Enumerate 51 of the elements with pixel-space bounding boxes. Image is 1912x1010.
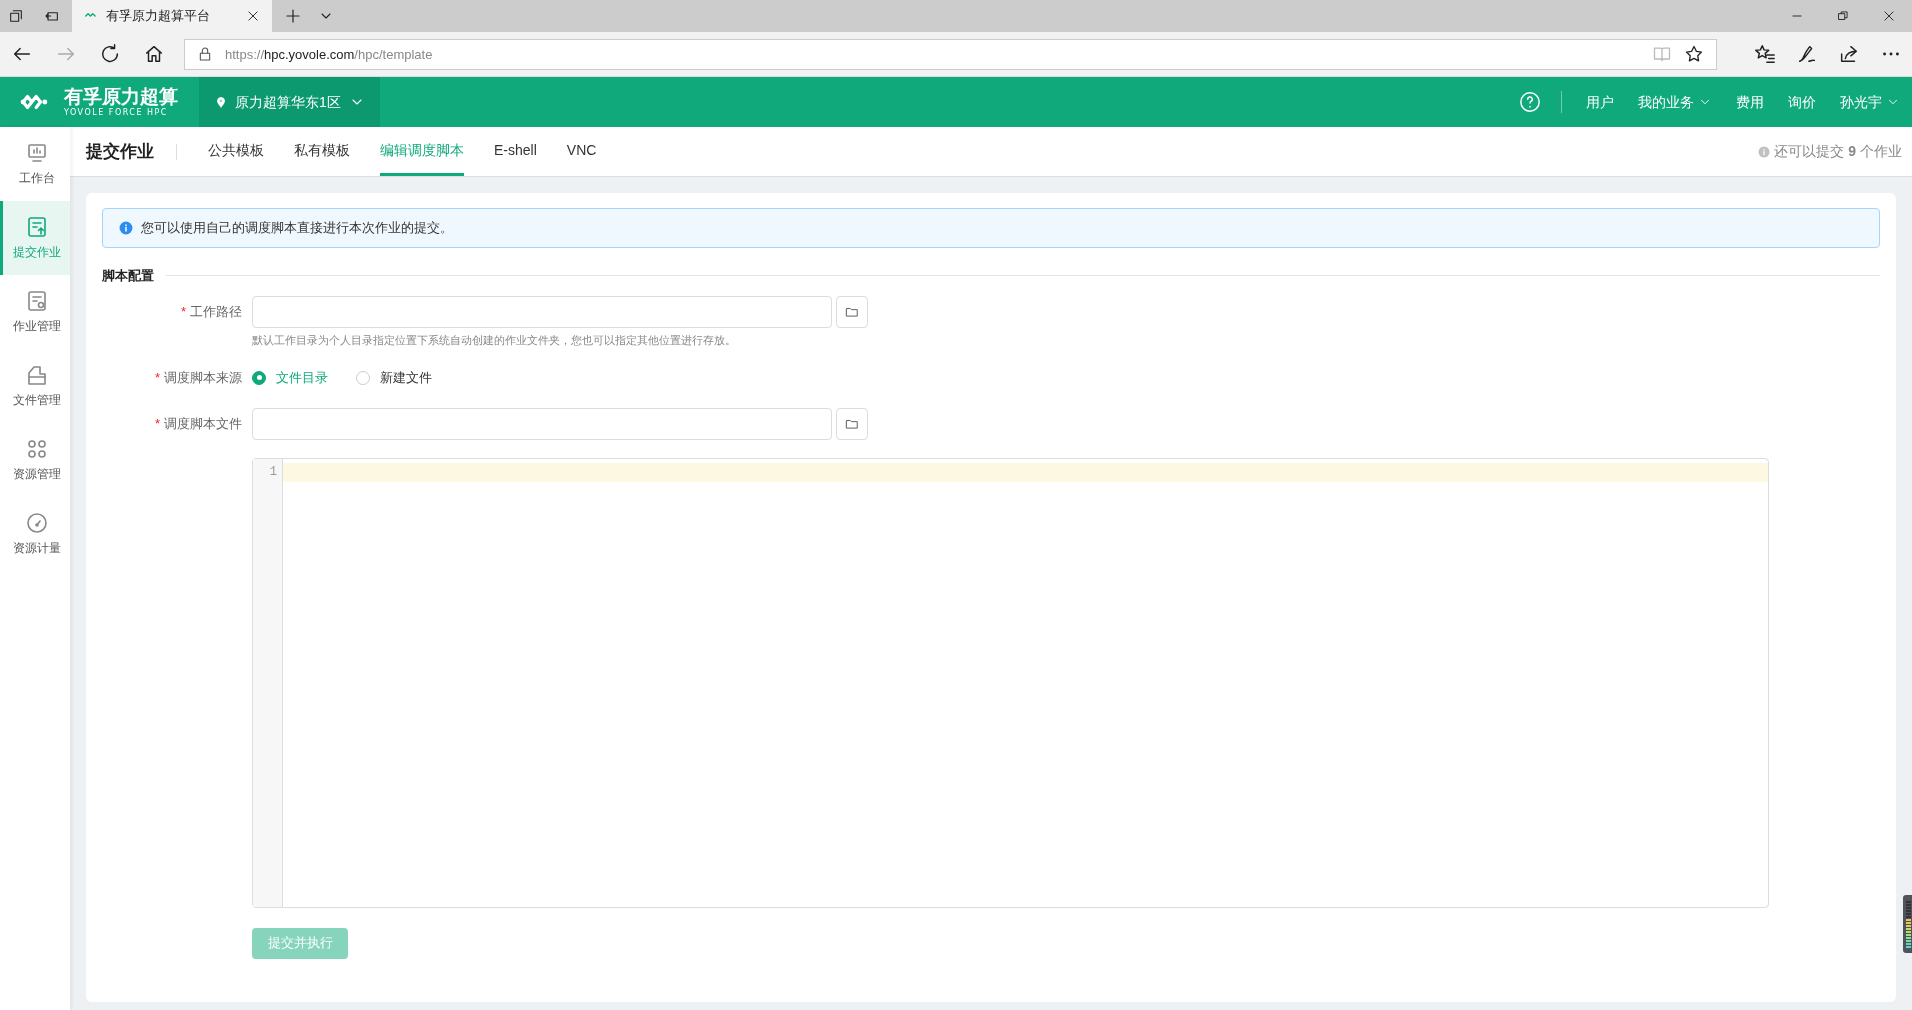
home-icon[interactable]: [143, 43, 165, 65]
input-field[interactable]: [252, 407, 832, 440]
radio-option[interactable]: 新建文件: [356, 368, 432, 388]
sidebar-item[interactable]: 资源计量: [0, 497, 70, 571]
level-meter-widget[interactable]: [1903, 895, 1912, 953]
star-icon[interactable]: [1684, 44, 1704, 64]
required-mark: *: [154, 369, 160, 387]
restore-icon[interactable]: [1836, 9, 1850, 23]
share-icon[interactable]: [1838, 43, 1860, 65]
sidebar-item[interactable]: 工作台: [0, 127, 70, 201]
required-mark: *: [154, 414, 160, 433]
new-tab-icon[interactable]: [284, 7, 302, 25]
close-icon[interactable]: [1882, 9, 1896, 23]
browser-tab[interactable]: 有孚原力超算平台: [72, 0, 272, 32]
page-tab[interactable]: VNC: [566, 127, 597, 176]
info-icon: [119, 221, 133, 235]
page-title: 提交作业: [86, 140, 155, 163]
section-title: 脚本配置: [102, 267, 154, 285]
tab-title: 有孚原力超算平台: [106, 7, 211, 26]
sidebar-item[interactable]: 作业管理: [0, 275, 70, 349]
metering-icon: [24, 511, 49, 535]
field-label: 调度脚本文件: [164, 414, 242, 433]
sidebar-item[interactable]: 资源管理: [0, 423, 70, 497]
field-label: 工作路径: [190, 302, 242, 321]
logo-tagline: YOVOLE FORCE HPC: [64, 109, 169, 117]
browse-button[interactable]: [836, 295, 868, 328]
required-mark: *: [180, 302, 186, 321]
quota-text: 还可以提交 9 个作业: [1774, 142, 1902, 161]
info-icon: [1758, 145, 1771, 158]
input-field[interactable]: [252, 295, 832, 328]
close-icon[interactable]: [246, 9, 260, 23]
page-tab[interactable]: E-shell: [494, 127, 537, 176]
tab-stack-icon[interactable]: [8, 8, 24, 24]
favorites-list-icon[interactable]: [1754, 43, 1776, 65]
url-text: https://hpc.yovole.com/hpc/template: [225, 47, 433, 62]
address-field[interactable]: https://hpc.yovole.com/hpc/template: [184, 38, 1717, 70]
map-pin-icon: [215, 95, 227, 109]
page-tab[interactable]: 公共模板: [208, 127, 264, 176]
refresh-icon[interactable]: [99, 43, 121, 65]
region-selector[interactable]: 原力超算华东1区: [199, 77, 380, 127]
pen-icon[interactable]: [1796, 43, 1818, 65]
browse-button[interactable]: [836, 407, 868, 440]
page-tab[interactable]: 私有模板: [294, 127, 350, 176]
sidebar-item[interactable]: 文件管理: [0, 349, 70, 423]
field-label: 调度脚本来源: [164, 369, 242, 387]
line-number: 1: [268, 463, 278, 481]
help-icon[interactable]: [1519, 91, 1541, 113]
logo-name: 有孚原力超算: [64, 87, 178, 106]
alert-text: 您可以使用自己的调度脚本直接进行本次作业的提交。: [141, 219, 453, 238]
lock-icon: [197, 46, 213, 62]
field-hint: 默认工作目录为个人目录指定位置下系统自动创建的作业文件夹，您也可以指定其他位置进行存放。: [252, 332, 737, 348]
